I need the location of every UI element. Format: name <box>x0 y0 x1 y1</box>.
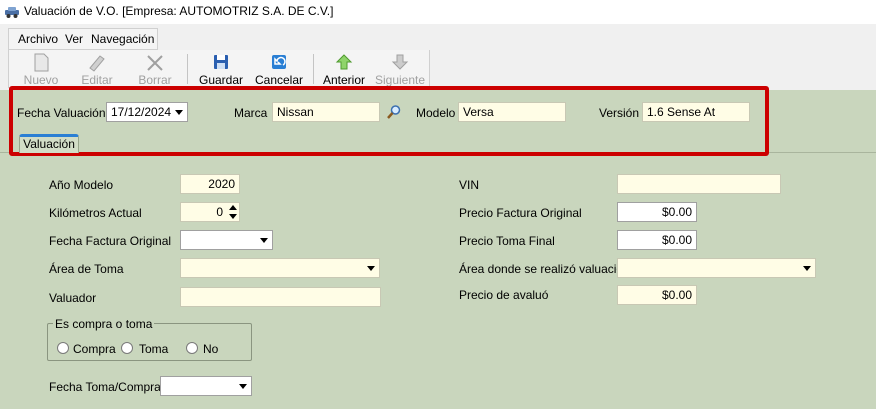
car-icon <box>5 7 19 18</box>
save-icon <box>214 55 228 69</box>
kilometros-label: Kilómetros Actual <box>49 206 142 220</box>
radio-toma[interactable] <box>121 342 133 354</box>
toolbar-separator <box>187 54 188 84</box>
toolbar-separator <box>313 54 314 84</box>
anterior-label: Anterior <box>322 73 366 87</box>
window-title: Valuación de V.O. [Empresa: AUTOMOTRIZ S… <box>24 4 334 18</box>
precio-toma-value: $0.00 <box>661 233 692 247</box>
anterior-button[interactable]: Anterior <box>321 50 367 88</box>
stepper-arrows[interactable] <box>227 203 239 221</box>
delete-icon <box>147 55 163 71</box>
area-valuacion-dropdown[interactable] <box>617 258 816 278</box>
siguiente-label: Siguiente <box>374 73 426 87</box>
borrar-label: Borrar <box>138 73 172 87</box>
chevron-up-icon[interactable] <box>227 203 239 212</box>
precio-toma-label: Precio Toma Final <box>459 234 555 248</box>
chevron-down-icon[interactable] <box>256 231 272 249</box>
chevron-down-icon[interactable] <box>227 212 239 221</box>
nuevo-button[interactable]: Nuevo <box>19 50 63 88</box>
radio-no[interactable] <box>186 342 198 354</box>
new-document-icon <box>34 53 49 72</box>
precio-avaluo-value: $0.00 <box>661 288 692 302</box>
title-bar: Valuación de V.O. [Empresa: AUTOMOTRIZ S… <box>0 0 876 24</box>
fecha-factura-dropdown[interactable] <box>180 230 273 250</box>
valuador-label: Valuador <box>49 291 97 305</box>
tab-valuacion-label: Valuación <box>23 137 75 151</box>
fecha-toma-label: Fecha Toma/Compra <box>49 380 161 394</box>
menu-bar: Archivo Ver Navegación <box>8 28 158 50</box>
menu-navegacion[interactable]: Navegación <box>91 32 154 46</box>
undo-icon <box>272 55 286 69</box>
cancelar-button[interactable]: Cancelar <box>253 50 305 88</box>
precio-factura-field[interactable]: $0.00 <box>617 202 697 222</box>
radio-compra[interactable] <box>57 342 69 354</box>
tab-valuacion[interactable]: Valuación <box>19 134 79 153</box>
fecha-toma-dropdown[interactable] <box>160 376 252 396</box>
radio-toma-label[interactable]: Toma <box>139 342 168 356</box>
guardar-label: Guardar <box>198 73 244 87</box>
editar-label: Editar <box>81 73 113 87</box>
area-valuacion-label: Área donde se realizó valuación <box>459 262 630 276</box>
borrar-button[interactable]: Borrar <box>133 50 177 88</box>
arrow-up-icon <box>335 54 353 70</box>
fecha-factura-label: Fecha Factura Original <box>49 234 172 248</box>
arrow-down-icon <box>391 54 409 70</box>
chevron-down-icon[interactable] <box>799 259 815 277</box>
anio-modelo-value: 2020 <box>208 177 235 191</box>
menu-ver[interactable]: Ver <box>65 32 83 46</box>
precio-toma-field[interactable]: $0.00 <box>617 230 697 250</box>
kilometros-value: 0 <box>216 205 223 219</box>
guardar-button[interactable]: Guardar <box>197 50 245 88</box>
vin-field[interactable] <box>617 174 781 194</box>
radio-compra-label[interactable]: Compra <box>73 342 116 356</box>
menu-archivo[interactable]: Archivo <box>18 32 58 46</box>
compra-toma-group-label: Es compra o toma <box>53 317 155 331</box>
precio-factura-label: Precio Factura Original <box>459 206 582 220</box>
anio-modelo-label: Año Modelo <box>49 178 114 192</box>
area-toma-dropdown[interactable] <box>180 258 380 278</box>
chevron-down-icon[interactable] <box>235 377 251 395</box>
highlight-box <box>9 86 769 156</box>
nuevo-label: Nuevo <box>23 73 59 87</box>
vin-label: VIN <box>459 178 480 192</box>
edit-icon <box>89 55 105 72</box>
valuador-field[interactable] <box>180 287 381 307</box>
kilometros-stepper[interactable]: 0 <box>180 202 240 222</box>
precio-avaluo-field[interactable]: $0.00 <box>617 285 697 305</box>
radio-no-label[interactable]: No <box>203 342 218 356</box>
cancelar-label: Cancelar <box>254 73 304 87</box>
toolbar: Nuevo Editar Borrar Guardar Cancelar Ant… <box>8 50 430 88</box>
anio-modelo-field[interactable]: 2020 <box>180 174 240 194</box>
siguiente-button[interactable]: Siguiente <box>373 50 427 88</box>
precio-avaluo-label: Precio de avaluó <box>459 288 549 302</box>
editar-button[interactable]: Editar <box>75 50 119 88</box>
precio-factura-value: $0.00 <box>661 205 692 219</box>
area-toma-label: Área de Toma <box>49 262 124 276</box>
chevron-down-icon[interactable] <box>363 259 379 277</box>
